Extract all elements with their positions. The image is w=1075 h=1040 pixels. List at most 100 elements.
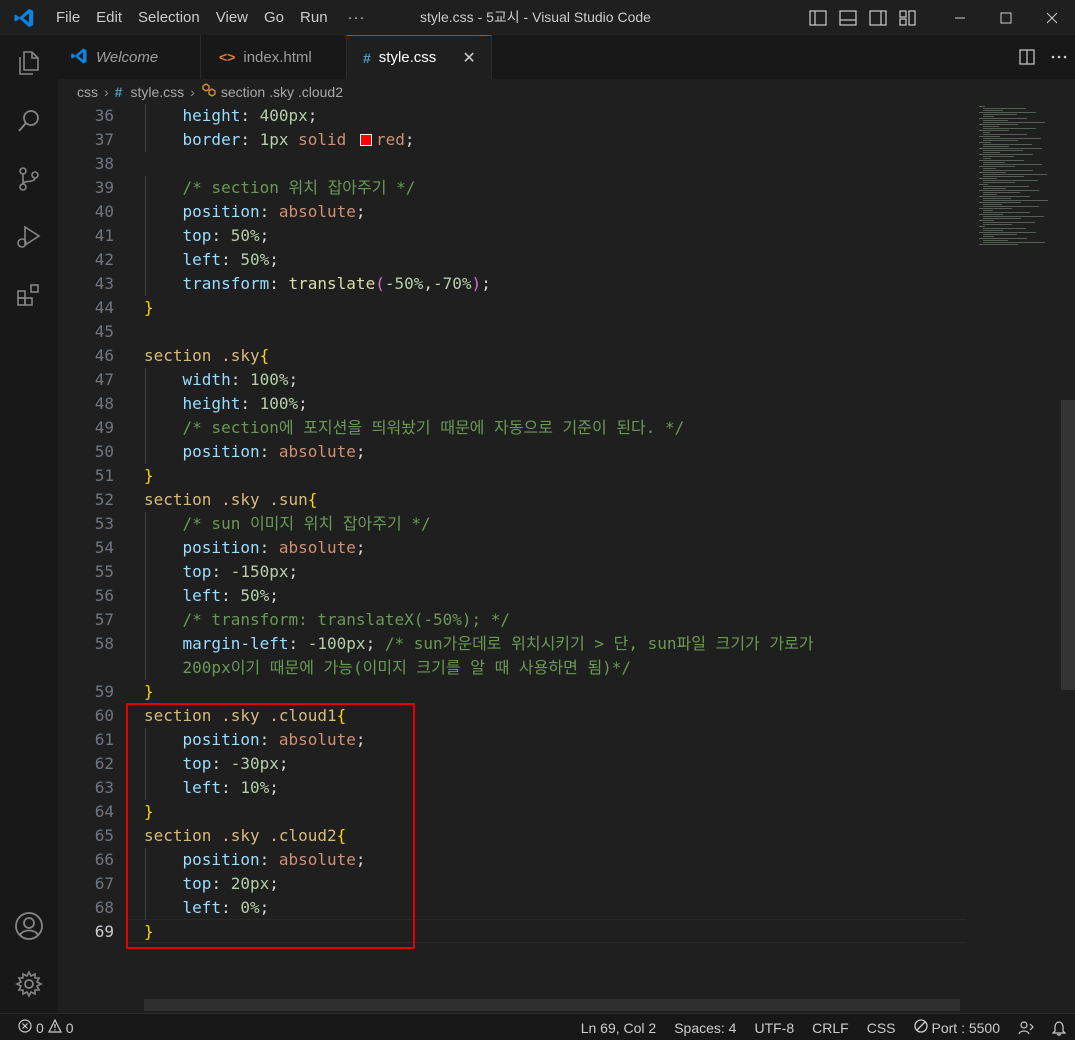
- line-code: height: 100%;: [144, 392, 308, 416]
- code-line: 48 height: 100%;: [58, 392, 1018, 416]
- more-actions-icon[interactable]: [1043, 43, 1075, 71]
- tab-welcome[interactable]: Welcome: [58, 35, 201, 79]
- line-number: 45: [94, 322, 114, 341]
- cursor-position[interactable]: Ln 69, Col 2: [572, 1020, 666, 1036]
- menu-go[interactable]: Go: [256, 0, 292, 35]
- maximize-icon[interactable]: [983, 0, 1029, 35]
- code-token: section .sky .sun: [144, 490, 308, 509]
- close-icon[interactable]: ✕: [462, 48, 475, 68]
- line-code: top: 50%;: [144, 224, 270, 248]
- code-token: ;: [288, 370, 299, 389]
- line-number: 56: [94, 586, 114, 605]
- code-token: :: [259, 538, 279, 557]
- line-number: 49: [94, 418, 114, 437]
- minimap-line: [983, 242, 1045, 243]
- accounts-icon[interactable]: [0, 902, 58, 950]
- line-code: }: [144, 296, 154, 320]
- menu-selection[interactable]: Selection: [130, 0, 208, 35]
- minimap-line: [983, 176, 1024, 177]
- minimap-line: [983, 228, 1026, 229]
- search-icon[interactable]: [0, 97, 58, 145]
- code-line: 54 position: absolute;: [58, 536, 1018, 560]
- extensions-icon[interactable]: [0, 271, 58, 319]
- line-number: 62: [94, 754, 114, 773]
- line-code: position: absolute;: [144, 536, 366, 560]
- minimap-line: [979, 136, 1000, 137]
- toggle-primary-sidebar-icon[interactable]: [807, 7, 829, 29]
- code-token: translate: [288, 274, 376, 293]
- code-editor[interactable]: 36 height: 400px; 37 border: 1px solid re…: [58, 104, 1075, 1013]
- line-number: 69: [94, 922, 114, 941]
- minimap-line: [983, 120, 1008, 121]
- menu-view[interactable]: View: [208, 0, 256, 35]
- vertical-scrollbar[interactable]: [1061, 400, 1075, 690]
- line-number: 43: [94, 274, 114, 293]
- source-control-icon[interactable]: [0, 155, 58, 203]
- minimap-line: [983, 216, 1044, 217]
- color-swatch[interactable]: [359, 134, 372, 146]
- menu-edit[interactable]: Edit: [88, 0, 130, 35]
- end-of-line[interactable]: CRLF: [803, 1020, 858, 1036]
- minimap-line: [979, 214, 1003, 215]
- live-server-status[interactable]: Port : 5500: [905, 1019, 1010, 1036]
- code-token: }: [144, 682, 154, 701]
- code-line: 40 position: absolute;: [58, 200, 1018, 224]
- code-token: 100%: [249, 370, 289, 389]
- tab-style-css[interactable]: # style.css ✕: [347, 35, 492, 79]
- toggle-panel-icon[interactable]: [837, 7, 859, 29]
- manage-gear-icon[interactable]: [0, 960, 58, 1008]
- code-token: :: [240, 106, 260, 125]
- code-line: 51}: [58, 464, 1018, 488]
- minimap-line: [979, 130, 1009, 131]
- minimap[interactable]: [965, 104, 1075, 1013]
- breadcrumb-file[interactable]: style.css: [130, 84, 184, 100]
- minimap-line: [979, 118, 1027, 119]
- code-token: (: [375, 274, 385, 293]
- line-code: /* section에 포지션을 띄워놨기 때문에 자동으로 기준이 된다. *…: [144, 416, 685, 440]
- minimize-icon[interactable]: [937, 0, 983, 35]
- css-icon: #: [363, 49, 371, 66]
- explorer-icon[interactable]: [0, 39, 58, 87]
- code-token: /* section에 포지션을 띄워놨기 때문에 자동으로 기준이 된다. *…: [182, 418, 685, 437]
- indent-guide: [145, 128, 146, 152]
- editor-actions: [1011, 35, 1075, 79]
- line-number: 65: [94, 826, 114, 845]
- error-icon: [18, 1019, 32, 1036]
- line-code: section .sky .sun{: [144, 488, 317, 512]
- line-number: 58: [94, 634, 114, 653]
- menu-file[interactable]: File: [48, 0, 88, 35]
- code-token: 200px이기 때문에 가능(이미지 크기를 알 때 사용하면 됨)*/: [182, 658, 632, 677]
- notifications-bell-icon[interactable]: [1043, 1020, 1075, 1036]
- code-token: }: [144, 466, 154, 485]
- menu-more-button[interactable]: ···: [336, 0, 378, 35]
- code-token: absolute: [278, 442, 356, 461]
- customize-layout-icon[interactable]: [897, 7, 919, 29]
- minimap-line: [983, 212, 1030, 213]
- breadcrumb-folder[interactable]: css: [77, 84, 98, 100]
- problems-status[interactable]: 0 0: [18, 1014, 74, 1040]
- language-mode[interactable]: CSS: [858, 1020, 905, 1036]
- code-token: :: [230, 370, 250, 389]
- indent-guide: [145, 176, 146, 200]
- vscode-logo-icon[interactable]: [0, 0, 48, 35]
- menu-run[interactable]: Run: [292, 0, 336, 35]
- indent-guide: [145, 632, 146, 656]
- split-editor-icon[interactable]: [1011, 43, 1043, 71]
- tab-index-html[interactable]: <> index.html: [201, 35, 347, 79]
- run-debug-icon[interactable]: [0, 213, 58, 261]
- code-token: ;: [355, 202, 366, 221]
- breadcrumb-symbol[interactable]: section .sky .cloud2: [221, 84, 343, 100]
- encoding[interactable]: UTF-8: [745, 1020, 803, 1036]
- toggle-secondary-sidebar-icon[interactable]: [867, 7, 889, 29]
- horizontal-scrollbar[interactable]: [144, 999, 960, 1011]
- indentation[interactable]: Spaces: 4: [665, 1020, 745, 1036]
- code-token: border: [182, 130, 241, 149]
- feedback-icon[interactable]: [1009, 1020, 1043, 1036]
- minimap-line: [979, 160, 1024, 161]
- close-window-icon[interactable]: [1029, 0, 1075, 35]
